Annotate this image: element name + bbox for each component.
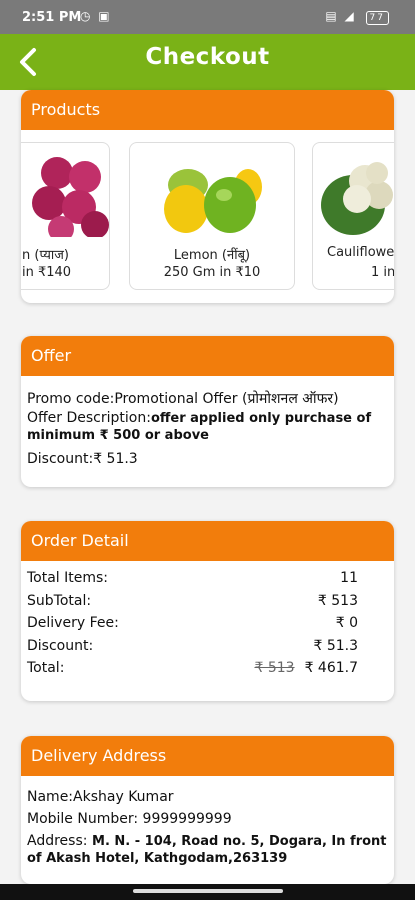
page-title: Checkout: [145, 44, 270, 70]
promo-label: Promo code:: [27, 391, 115, 407]
system-nav-bar: [0, 884, 415, 900]
system-icons: ▤ ◢ 77: [325, 9, 389, 25]
order-row-subtotal: SubTotal: ₹ 513: [27, 590, 358, 613]
order-row-label: Total Items:: [27, 570, 109, 586]
order-total-original: ₹ 513: [254, 660, 295, 676]
delivery-address-card: Delivery Address Name:Akshay Kumar Mobil…: [21, 736, 394, 884]
address-heading: Delivery Address: [21, 736, 394, 776]
offer-description-label: Offer Description:: [27, 410, 151, 426]
products-heading: Products: [21, 90, 394, 130]
offer-card: Offer Promo code:Promotional Offer (प्रो…: [21, 336, 394, 487]
order-row-label: SubTotal:: [27, 592, 92, 609]
promo-value: Promotional Offer (प्रोमोशनल ऑफर): [114, 391, 339, 407]
offer-discount-value: ₹ 51.3: [93, 451, 138, 467]
address-name-value: Akshay Kumar: [73, 789, 174, 805]
order-row-value: 11: [340, 570, 358, 586]
order-row-value: ₹ 0: [335, 615, 358, 631]
product-qty: in ₹140: [22, 265, 72, 280]
offer-heading: Offer: [21, 336, 394, 376]
product-tile-onion[interactable]: n (प्याज) in ₹140: [21, 142, 110, 290]
order-row-delivery-fee: Delivery Fee: ₹ 0: [27, 612, 358, 635]
product-name: Lemon (नींबू): [173, 248, 251, 263]
promo-code: Promo code:Promotional Offer (प्रोमोशनल …: [27, 388, 388, 410]
offer-discount-label: Discount:: [27, 451, 94, 467]
address-name-label: Name:: [27, 789, 74, 805]
product-name: n (प्याज): [22, 248, 69, 263]
address-mobile-label: Mobile Number:: [27, 811, 143, 827]
app-bar: Checkout: [0, 34, 415, 90]
address-line-label: Address:: [27, 833, 88, 849]
offer-description: Offer Description:offer applied only pur…: [27, 410, 388, 444]
order-total-label: Total:: [27, 660, 65, 676]
order-row-label: Delivery Fee:: [27, 615, 119, 631]
offer-discount: Discount:₹ 51.3: [27, 448, 388, 470]
order-row-value: ₹ 51.3: [313, 637, 358, 654]
address-line: Address: M. N. - 104, Road no. 5, Dogara…: [27, 833, 388, 867]
onion-image: [32, 157, 109, 237]
home-gesture-handle[interactable]: [133, 889, 283, 893]
product-qty: 250 Gm in ₹10: [163, 265, 261, 280]
order-row-total-items: Total Items: 11: [27, 567, 358, 590]
product-tile-lemon[interactable]: Lemon (नींबू) 250 Gm in ₹10: [129, 142, 295, 290]
product-qty: 1 in: [371, 265, 394, 280]
order-total-value: ₹ 461.7: [304, 660, 358, 676]
products-carousel[interactable]: n (प्याज) in ₹140 Lemon (नींबू) 250 Gm i…: [21, 130, 394, 303]
order-row-value: ₹ 513: [317, 592, 358, 609]
order-row-total: Total: ₹ 513 ₹ 461.7: [27, 657, 358, 680]
order-row-discount: Discount: ₹ 51.3: [27, 635, 358, 658]
product-tile-cauliflower[interactable]: Cauliflowe 1 in: [312, 142, 394, 290]
address-name: Name:Akshay Kumar: [27, 786, 388, 808]
order-total-values: ₹ 513 ₹ 461.7: [254, 657, 358, 680]
order-row-label: Discount:: [27, 637, 94, 654]
address-mobile: Mobile Number: 9999999999: [27, 808, 388, 830]
order-heading: Order Detail: [21, 521, 394, 561]
status-time: 2:51 PM: [22, 10, 82, 25]
product-name: Cauliflowe: [327, 245, 394, 260]
cauliflower-image: [321, 162, 393, 235]
order-detail-card: Order Detail Total Items: 11 SubTotal: ₹…: [21, 521, 394, 701]
battery-icon: 77: [365, 11, 389, 25]
products-card: Products n (प्याज) in ₹140 Lemon (नींबू)…: [21, 90, 394, 303]
status-bar: 2:51 PM ◷ ▣ ▤ ◢ 77: [0, 0, 415, 34]
notification-icons: ◷ ▣: [80, 9, 112, 23]
lemon-image: [164, 169, 262, 233]
address-mobile-value: 9999999999: [142, 811, 232, 827]
